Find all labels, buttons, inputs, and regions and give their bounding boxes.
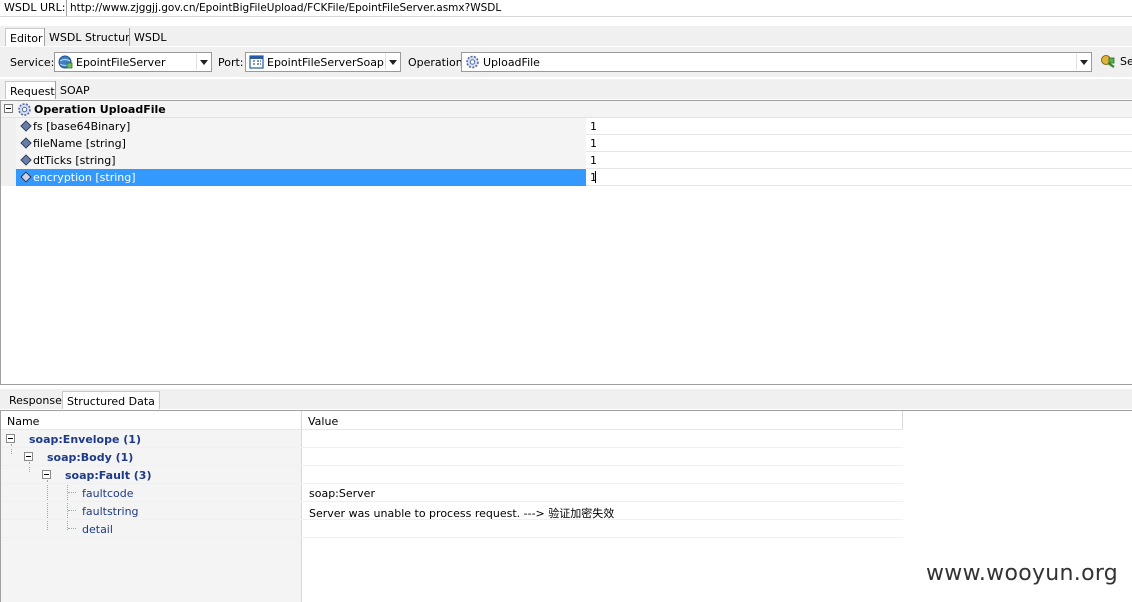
collapse-icon[interactable]: [6, 434, 15, 443]
operation-pane: Operation UploadFile fs [base64Binary] 1…: [0, 100, 1132, 385]
tree-row-fault[interactable]: soap:Fault (3): [1, 466, 903, 484]
wsdl-url-input[interactable]: [66, 0, 1132, 16]
param-name: fs [base64Binary]: [33, 120, 131, 133]
send-label: Se: [1120, 55, 1132, 68]
param-row-fs[interactable]: fs [base64Binary] 1: [1, 118, 1132, 135]
tab-wsdl-structure[interactable]: WSDL Structure: [44, 28, 141, 46]
service-label: Service:: [10, 56, 55, 69]
tree-row-envelope[interactable]: soap:Envelope (1): [1, 430, 903, 448]
column-header-name[interactable]: Name: [1, 411, 302, 430]
tree-node-name: soap:Fault (3): [65, 469, 152, 482]
tab-editor[interactable]: Editor: [5, 28, 48, 46]
wsdl-url-label: WSDL URL:: [4, 1, 66, 14]
gear-icon: [466, 55, 479, 69]
param-value-input[interactable]: 1: [590, 137, 597, 150]
collapse-icon[interactable]: [24, 452, 33, 461]
tab-structured-data[interactable]: Structured Data: [62, 391, 160, 409]
param-row-filename[interactable]: fileName [string] 1: [1, 135, 1132, 152]
port-value: EpointFileServerSoap: [267, 56, 384, 69]
service-toolbar: Service: EpointFileServer Port: EpointFi…: [0, 47, 1132, 77]
watermark: www.wooyun.org: [926, 561, 1119, 586]
tree-node-value: Server was unable to process request. --…: [309, 507, 615, 520]
param-value-input[interactable]: 1: [590, 120, 597, 133]
port-grid-icon: [249, 55, 264, 69]
service-value: EpointFileServer: [76, 56, 166, 69]
param-name: fileName [string]: [33, 137, 126, 150]
chevron-down-icon[interactable]: [1076, 54, 1090, 70]
editor-tabstrip: Editor WSDL Structure WSDL: [0, 26, 1132, 46]
service-globe-icon: [58, 55, 73, 69]
port-label: Port:: [218, 56, 244, 69]
tree-node-name: faultstring: [82, 505, 139, 518]
collapse-icon[interactable]: [4, 104, 13, 113]
chevron-down-icon[interactable]: [385, 54, 399, 70]
column-header-value[interactable]: Value: [302, 411, 903, 430]
tab-request[interactable]: Request: [5, 81, 60, 99]
port-select[interactable]: EpointFileServerSoap: [245, 52, 401, 72]
tree-row-faultstring[interactable]: faultstring Server was unable to process…: [1, 502, 903, 520]
collapse-icon[interactable]: [42, 470, 51, 479]
operation-header-row[interactable]: Operation UploadFile: [1, 101, 1132, 118]
tree-row-body[interactable]: soap:Body (1): [1, 448, 903, 466]
text-caret: [595, 171, 596, 183]
tree-row-faultcode[interactable]: faultcode soap:Server: [1, 484, 903, 502]
wsdl-url-bar: WSDL URL:: [0, 0, 1132, 17]
send-icon: [1101, 55, 1115, 68]
operation-label: Operation:: [408, 56, 467, 69]
param-value-input[interactable]: 1: [590, 154, 597, 167]
gear-icon: [18, 103, 31, 116]
operation-select[interactable]: UploadFile: [461, 52, 1092, 72]
param-row-dtticks[interactable]: dtTicks [string] 1: [1, 152, 1132, 169]
tree-node-name: detail: [82, 523, 113, 536]
param-row-encryption[interactable]: encryption [string] 1: [1, 169, 1132, 186]
tree-node-name: faultcode: [82, 487, 134, 500]
tab-response[interactable]: Response: [5, 391, 66, 409]
tab-soap[interactable]: SOAP: [55, 81, 94, 99]
send-button[interactable]: Se: [1098, 52, 1132, 72]
tree-node-value: soap:Server: [309, 487, 375, 500]
tree-row-detail[interactable]: detail: [1, 520, 903, 538]
operation-value: UploadFile: [483, 56, 540, 69]
operation-title: Operation UploadFile: [34, 103, 166, 116]
param-name: dtTicks [string]: [33, 154, 116, 167]
tree-node-name: soap:Envelope (1): [29, 433, 141, 446]
param-name: encryption [string]: [33, 171, 136, 184]
request-tabstrip: Request SOAP: [0, 79, 1132, 99]
service-select[interactable]: EpointFileServer: [54, 52, 212, 72]
tab-wsdl[interactable]: WSDL: [129, 28, 171, 46]
tree-node-name: soap:Body (1): [47, 451, 134, 464]
chevron-down-icon[interactable]: [196, 54, 210, 70]
response-tabstrip: Response Structured Data: [0, 389, 1132, 409]
